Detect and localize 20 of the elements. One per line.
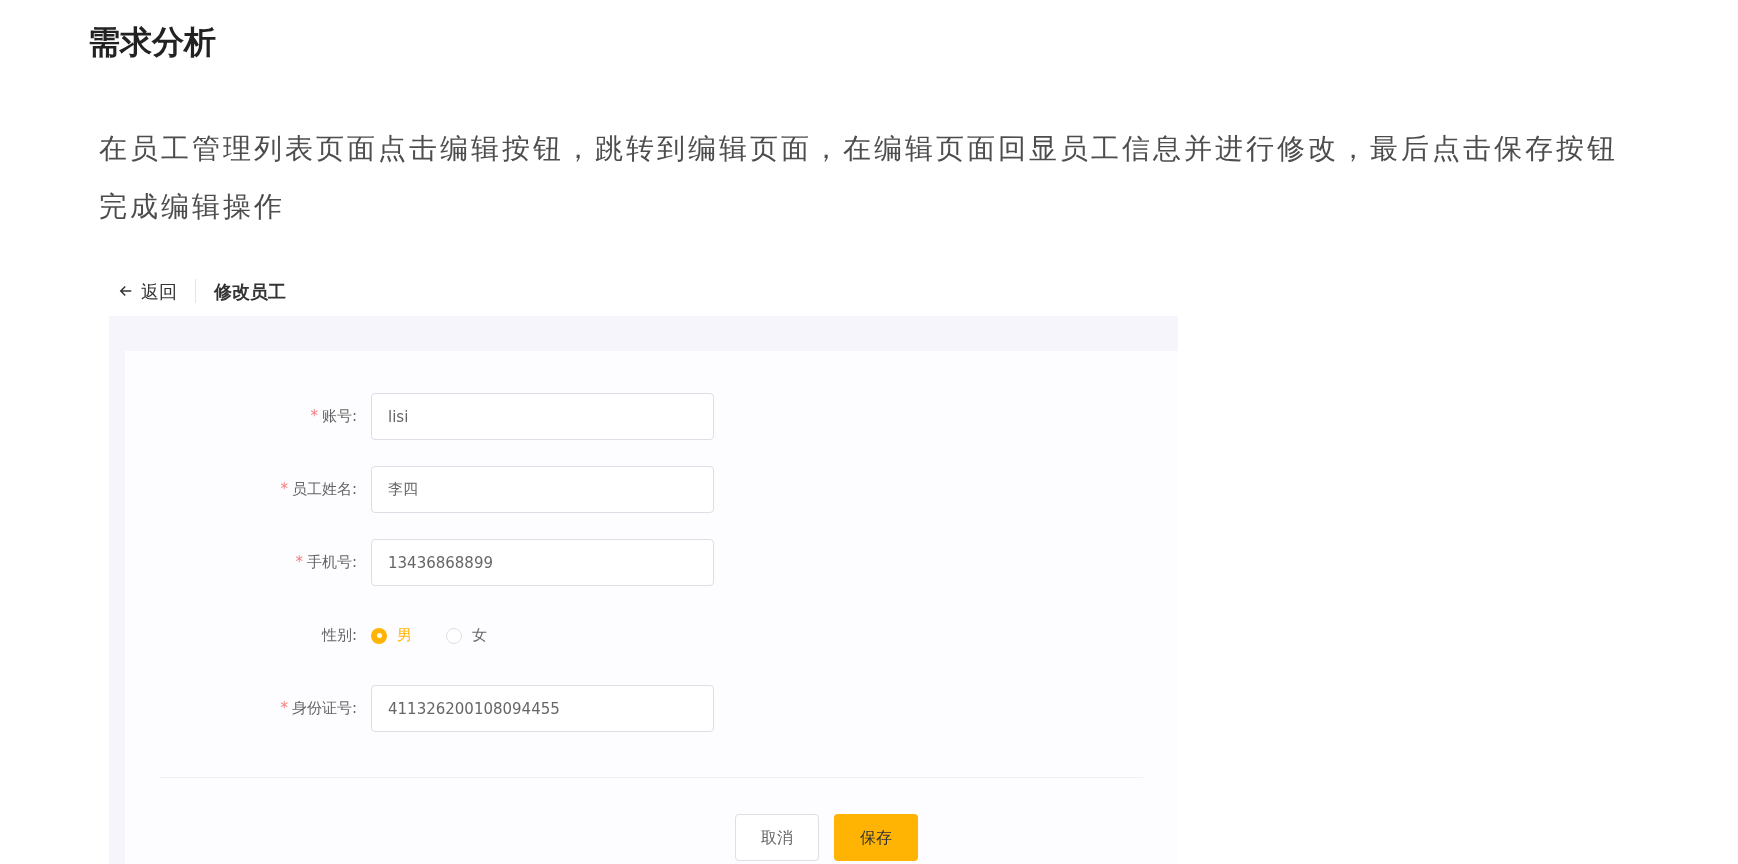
heading: 需求分析 [87,22,217,62]
required-mark: * [280,479,288,501]
input-field[interactable]: 411326200108094455 [371,685,714,732]
cancel-button[interactable]: 取消 [735,814,819,861]
input-field[interactable]: 李四 [371,466,714,513]
field-label: 身份证号: [291,698,357,720]
save-button[interactable]: 保存 [834,814,918,861]
input-field[interactable]: lisi [371,393,714,440]
input-field[interactable]: 13436868899 [371,539,714,586]
required-mark: * [280,698,288,720]
required-mark: * [295,552,303,574]
page-title: 修改员工 [214,279,286,304]
field-label: 性别: [321,625,357,647]
required-mark: * [310,406,318,428]
back-link[interactable]: 返回 [117,277,177,305]
field-label: 手机号: [306,552,357,574]
radio-option[interactable]: 女 [446,624,487,647]
field-label: 员工姓名: [291,479,357,501]
field-label: 账号: [321,406,357,428]
paragraph: 在员工管理列表页面点击编辑按钮，跳转到编辑页面，在编辑页面回显员工信息并进行修改，最后点击保存按钮完成编辑操作 [99,131,1619,225]
